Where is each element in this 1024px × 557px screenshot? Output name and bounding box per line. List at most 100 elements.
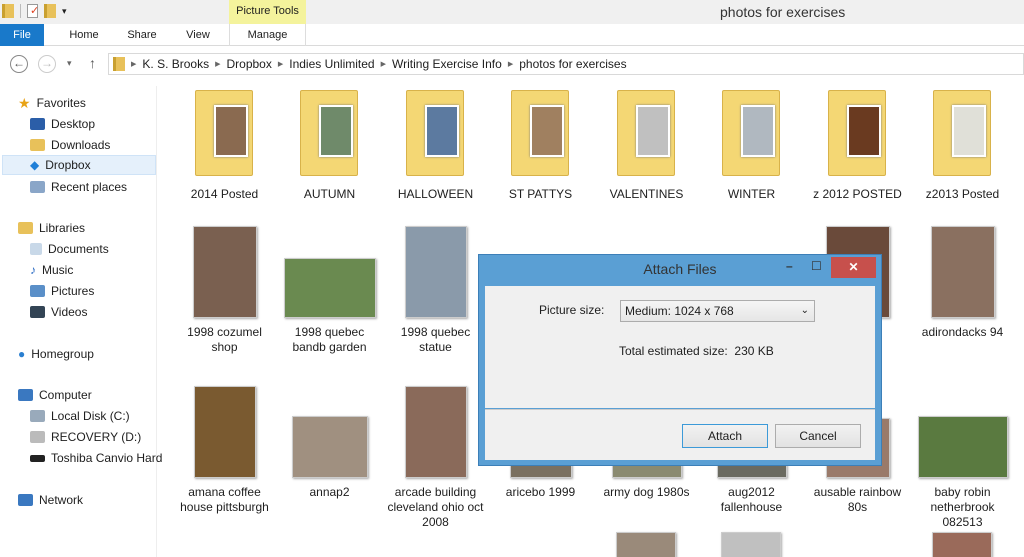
sidebar-item-recovery[interactable]: RECOVERY (D:) (30, 427, 141, 447)
recent-places-icon (30, 181, 45, 193)
folder-icon (2, 4, 14, 18)
navigation-bar: ← → ▾ ↑ ▶ K. S. Brooks ▶ Dropbox ▶ Indies U… (0, 46, 1024, 82)
image-label: 1998 quebec bandb garden (292, 325, 367, 354)
image-thumbnail (917, 416, 1008, 478)
sidebar-item-desktop[interactable]: Desktop (30, 114, 95, 134)
libraries-icon (18, 222, 33, 234)
new-folder-icon[interactable] (44, 4, 56, 18)
image-thumbnail (404, 386, 467, 478)
folder-icon (828, 90, 886, 176)
folder-icon (511, 90, 569, 176)
tab-share[interactable]: Share (118, 24, 166, 46)
tab-file[interactable]: File (0, 24, 44, 46)
image-thumbnail (192, 226, 257, 318)
sidebar-homegroup[interactable]: ● Homegroup (18, 344, 94, 364)
image-item[interactable]: amana coffee house pittsburgh (172, 382, 277, 522)
breadcrumb-item[interactable]: Writing Exercise Info (392, 57, 502, 71)
maximize-button[interactable]: ☐ (811, 259, 822, 273)
folder-item[interactable]: WINTER (699, 90, 804, 210)
address-bar[interactable]: ▶ K. S. Brooks ▶ Dropbox ▶ Indies Unlimited… (108, 53, 1024, 75)
folder-item[interactable]: VALENTINES (594, 90, 699, 210)
quick-access-toolbar: ▾ (2, 4, 67, 18)
image-item[interactable]: annap2 (277, 382, 382, 522)
folder-label: VALENTINES (609, 187, 684, 201)
sidebar-item-music[interactable]: ♪ Music (30, 260, 73, 280)
sidebar-network[interactable]: Network (18, 490, 83, 510)
music-icon: ♪ (30, 263, 36, 277)
folder-icon (113, 57, 125, 71)
sidebar-item-recent-places[interactable]: Recent places (30, 177, 127, 197)
sidebar-computer[interactable]: Computer (18, 385, 92, 405)
folder-icon (722, 90, 780, 176)
image-thumbnail (193, 386, 256, 478)
customize-dropdown-icon[interactable]: ▾ (62, 6, 67, 17)
image-item[interactable]: 1998 cozumel shop (172, 222, 277, 362)
image-item[interactable]: 1998 quebec statue (383, 222, 488, 362)
back-button[interactable]: ← (10, 55, 28, 73)
cancel-button[interactable]: Cancel (775, 424, 861, 448)
attach-button[interactable]: Attach (682, 424, 768, 448)
recent-locations-icon[interactable]: ▾ (67, 58, 72, 69)
properties-icon[interactable] (27, 4, 39, 18)
window-title: photos for exercises (720, 4, 846, 20)
image-label: annap2 (309, 485, 350, 499)
image-thumbnail (291, 416, 368, 478)
image-label: arcade building cleveland ohio oct 2008 (387, 485, 484, 529)
ribbon-tabs: File Home Share View Manage (0, 24, 1024, 46)
tab-manage[interactable]: Manage (229, 24, 306, 46)
tab-view[interactable]: View (174, 24, 222, 46)
folder-item[interactable]: 2014 Posted (172, 90, 277, 210)
breadcrumb-item[interactable]: Indies Unlimited (289, 57, 374, 71)
image-thumbnail[interactable] (616, 532, 676, 557)
image-item[interactable]: 1998 quebec bandb garden (277, 222, 382, 362)
sidebar-item-dropbox[interactable]: ◆ Dropbox (2, 155, 156, 175)
breadcrumb-item[interactable]: photos for exercises (519, 57, 626, 71)
homegroup-icon: ● (18, 347, 26, 361)
image-label: amana coffee house pittsburgh (180, 485, 269, 514)
sidebar-item-toshiba[interactable]: Toshiba Canvio Hard (30, 448, 162, 468)
folder-item[interactable]: z2013 Posted (910, 90, 1015, 210)
image-item[interactable]: baby robin netherbrook 082513 (910, 382, 1015, 529)
image-thumbnail (930, 226, 995, 318)
folder-icon (195, 90, 253, 176)
sidebar-favorites[interactable]: ★ Favorites (18, 93, 86, 113)
chevron-down-icon: ⌄ (800, 305, 809, 316)
close-button[interactable]: ✕ (831, 257, 876, 278)
tab-home[interactable]: Home (60, 24, 108, 46)
up-arrow-icon[interactable]: ↑ (89, 55, 96, 71)
folder-label: 2014 Posted (190, 187, 259, 201)
sidebar-item-pictures[interactable]: Pictures (30, 281, 94, 301)
network-icon (18, 494, 33, 506)
attach-files-dialog: Attach Files – ☐ ✕ Picture size: Medium:… (478, 254, 882, 466)
image-thumbnail (404, 226, 467, 318)
dialog-footer: Attach Cancel (485, 409, 875, 460)
folder-item[interactable]: z 2012 POSTED (805, 90, 910, 210)
image-label: 1998 cozumel shop (187, 325, 262, 354)
folder-item[interactable]: HALLOWEEN (383, 90, 488, 210)
drive-icon (30, 431, 45, 443)
picture-size-select[interactable]: Medium: 1024 x 768 ⌄ (620, 300, 815, 322)
image-item[interactable]: arcade building cleveland ohio oct 2008 (383, 382, 488, 529)
pictures-icon (30, 285, 45, 297)
sidebar-item-documents[interactable]: Documents (30, 239, 109, 259)
image-thumbnail[interactable] (932, 532, 992, 557)
downloads-icon (30, 139, 45, 151)
external-drive-icon (30, 454, 45, 462)
breadcrumb-item[interactable]: K. S. Brooks (142, 57, 209, 71)
image-label: aricebo 1999 (505, 485, 576, 499)
folder-icon (300, 90, 358, 176)
sidebar-item-downloads[interactable]: Downloads (30, 135, 110, 155)
minimize-button[interactable]: – (786, 259, 793, 273)
image-thumbnail[interactable] (721, 532, 781, 557)
forward-button[interactable]: → (38, 55, 56, 73)
sidebar-item-local-disk[interactable]: Local Disk (C:) (30, 406, 130, 426)
image-item[interactable]: adirondacks 94 (910, 222, 1015, 362)
sidebar-libraries[interactable]: Libraries (18, 218, 85, 238)
sidebar-item-videos[interactable]: Videos (30, 302, 87, 322)
breadcrumb-item[interactable]: Dropbox (226, 57, 271, 71)
folder-item[interactable]: ST PATTYS (488, 90, 593, 210)
folder-item[interactable]: AUTUMN (277, 90, 382, 210)
computer-icon (18, 389, 33, 401)
navigation-pane: ★ Favorites Desktop Downloads ◆ Dropbox Re… (0, 86, 162, 557)
image-label: 1998 quebec statue (400, 325, 471, 354)
